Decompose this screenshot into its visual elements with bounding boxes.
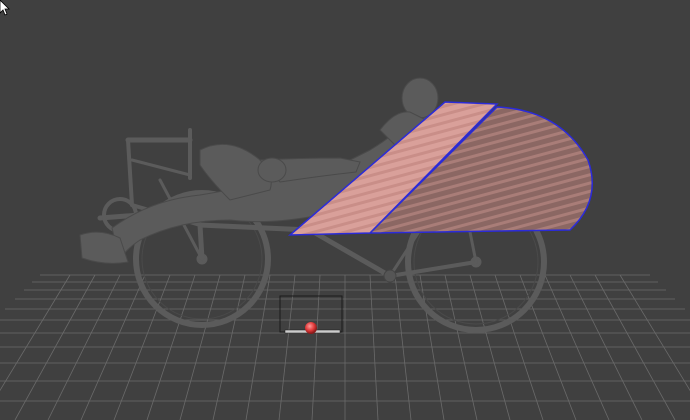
3d-viewport[interactable]	[0, 0, 690, 420]
viewport-scene[interactable]	[0, 0, 690, 420]
pivot-marker-icon[interactable]	[305, 322, 317, 334]
mouse-pointer-icon	[0, 0, 10, 16]
ground-grid	[0, 274, 690, 420]
